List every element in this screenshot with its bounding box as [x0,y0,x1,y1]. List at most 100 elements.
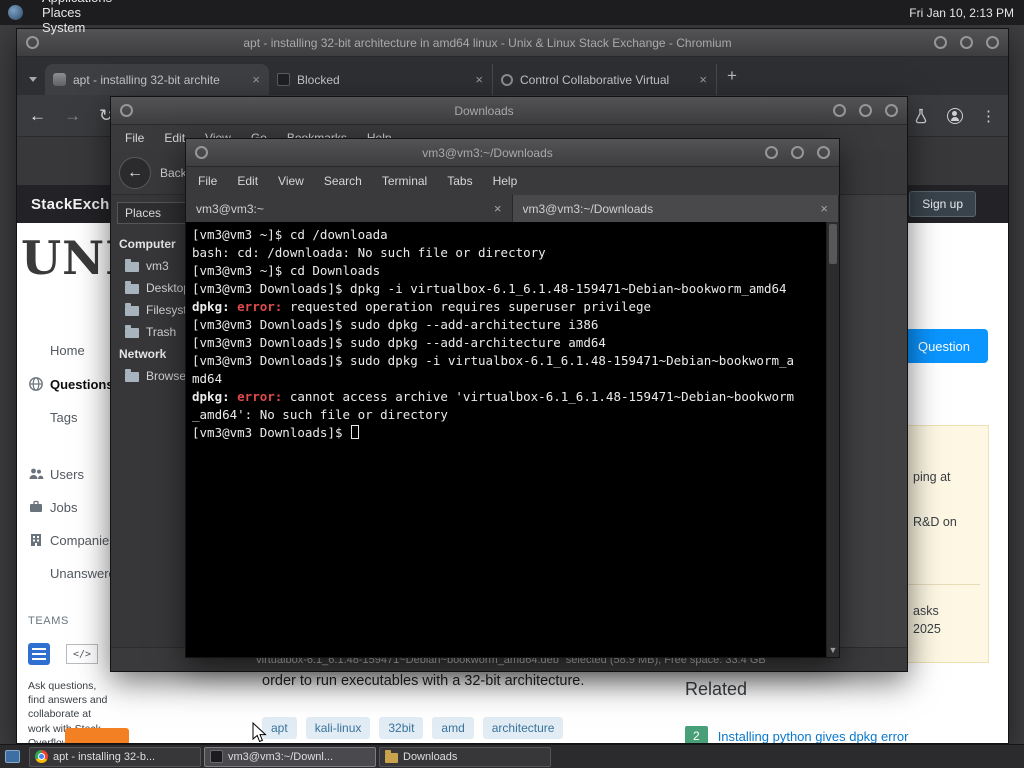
sidebar-item-companies[interactable]: Companies [28,532,116,548]
sidebar-item-home[interactable]: Home [28,343,85,358]
sidebar-item-tags[interactable]: Tags [28,410,77,425]
mouse-cursor [252,722,267,743]
terminal-tab-vm3-vm3[interactable]: vm3@vm3:~ × [186,195,513,222]
terminal-tab-vm3-vm3-downloads[interactable]: vm3@vm3:~/Downloads × [512,195,839,222]
briefcase-icon [28,499,44,515]
scroll-down-arrow-icon[interactable]: ▼ [827,645,839,655]
browser-tab-blocked[interactable]: Blocked × [269,64,493,95]
people-icon [28,466,44,482]
terminal-text-segment: dpkg: [192,389,238,404]
menu-help[interactable]: Help [483,167,528,195]
distro-logo-icon[interactable] [8,5,23,20]
menu-tabs[interactable]: Tabs [437,167,482,195]
terminal-text-segment: [vm3@vm3 Downloads]$ sudo dpkg --add-arc… [192,317,599,332]
tab-close-icon[interactable]: × [820,201,828,216]
menu-file[interactable]: File [188,167,227,195]
terminal-titlebar[interactable]: vm3@vm3:~/Downloads [186,139,839,167]
minimize-button[interactable] [934,36,947,49]
clock[interactable]: Fri Jan 10, 2:13 PM [909,6,1024,20]
new-tab-button[interactable]: + [727,66,737,86]
sidebar-item-questions[interactable]: Questions [28,376,114,392]
terminal-line: md64 [192,370,823,388]
window-menu-button[interactable] [195,146,208,159]
teams-icons: </> [28,643,98,665]
filemanager-title: Downloads [454,103,514,118]
close-button[interactable] [986,36,999,49]
signup-button[interactable]: Sign up [909,191,976,217]
desktop: ApplicationsPlacesSystem Fri Jan 10, 2:1… [0,0,1024,768]
sidebar-item-users[interactable]: Users [28,466,84,482]
sidebar-item-label: Questions [50,376,114,392]
terminal-text-segment: [vm3@vm3 Downloads]$ dpkg -i virtualbox-… [192,281,787,296]
panel-menu-places[interactable]: Places [32,5,122,20]
browser-menu-kebab-icon[interactable]: ⋮ [981,107,996,125]
filemanager-titlebar[interactable]: Downloads [111,97,907,125]
tab-close-icon[interactable]: × [698,72,708,87]
tab-close-icon[interactable]: × [251,72,261,87]
window-menu-button[interactable] [120,104,133,117]
menu-edit[interactable]: Edit [227,167,268,195]
window-menu-button[interactable] [26,36,39,49]
terminal-text-segment: cannot access archive 'virtualbox-6.1_6.… [282,389,795,404]
close-button[interactable] [885,104,898,117]
menu-search[interactable]: Search [314,167,372,195]
chromium-icon [35,750,48,763]
menu-file[interactable]: File [115,125,154,151]
panel-menu-system[interactable]: System [32,20,122,35]
tag-kali-linux[interactable]: kali-linux [305,717,371,739]
forward-icon[interactable]: → [64,106,81,126]
browser-titlebar[interactable]: apt - installing 32-bit architecture in … [17,29,1008,57]
maximize-button[interactable] [960,36,973,49]
code-icon: </> [66,644,98,664]
back-button[interactable]: ← [119,156,151,189]
tab-favicon [53,73,66,86]
tab-close-icon[interactable]: × [474,72,484,87]
menu-terminal[interactable]: Terminal [372,167,437,195]
minimize-button[interactable] [765,146,778,159]
browser-tab-control-collaborative-virtual[interactable]: Control Collaborative Virtual × [493,64,717,95]
tab-label: Blocked [297,72,340,87]
terminal-output: [vm3@vm3 ~]$ cd /downloada bash: cd: /dow… [192,226,823,442]
folder-icon [125,369,139,382]
tab-close-icon[interactable]: × [494,201,502,216]
terminal-screen[interactable]: [vm3@vm3 ~]$ cd /downloada bash: cd: /dow… [186,222,839,657]
related-heading: Related [685,679,748,699]
taskbar-item-downloads[interactable]: Downloads [379,746,551,767]
teams-cta-button[interactable] [65,728,129,743]
terminal-tabs: vm3@vm3:~ × vm3@vm3:~/Downloads × [186,195,839,222]
tag-architecture[interactable]: architecture [482,717,564,739]
terminal-text-segment: [vm3@vm3 Downloads]$ [192,425,351,440]
terminal-scrollbar[interactable]: ▼ [826,222,839,657]
tab-search-chevron-icon[interactable] [29,77,37,82]
close-button[interactable] [817,146,830,159]
scrollbar-thumb[interactable] [829,224,837,264]
show-desktop-icon[interactable] [5,750,20,763]
browser-tab-apt-installing-32-bit-archite[interactable]: apt - installing 32-bit archite × [45,64,269,95]
menu-view[interactable]: View [268,167,314,195]
terminal-text-segment: [vm3@vm3 Downloads]$ sudo dpkg --add-arc… [192,335,606,350]
maximize-button[interactable] [791,146,804,159]
sidebar-item-unanswered[interactable]: Unanswered [28,566,123,581]
terminal-line: [vm3@vm3 Downloads]$ sudo dpkg -i virtua… [192,352,823,370]
maximize-button[interactable] [859,104,872,117]
back-button-label: Back [160,165,187,180]
sidebar-item-label: Users [50,466,84,482]
taskbar-item-apt-installing-32-b[interactable]: apt - installing 32-b... [29,746,201,767]
building-icon [28,532,44,548]
tag-32bit[interactable]: 32bit [379,717,424,739]
labs-flask-icon[interactable] [913,108,929,124]
profile-avatar-icon[interactable] [947,107,963,124]
back-icon[interactable]: ← [29,106,46,126]
minimize-button[interactable] [833,104,846,117]
tag-amd[interactable]: amd [432,717,474,739]
sidebar-item-jobs[interactable]: Jobs [28,499,77,515]
related-question-link[interactable]: Installing python gives dpkg error [718,726,909,743]
ask-question-button[interactable]: Question [900,329,988,363]
terminal-tab-label: vm3@vm3:~/Downloads [522,201,654,216]
module-text-fragment: ping at [913,470,951,484]
terminal-line: bash: cd: /downloada: No such file or di… [192,244,823,262]
places-label: Desktop [146,281,191,295]
taskbar-item-label: apt - installing 32-b... [53,750,156,763]
taskbar-item-vm3-vm3-downl[interactable]: vm3@vm3:~/Downl... [204,746,376,767]
places-label: Computer [119,237,176,251]
